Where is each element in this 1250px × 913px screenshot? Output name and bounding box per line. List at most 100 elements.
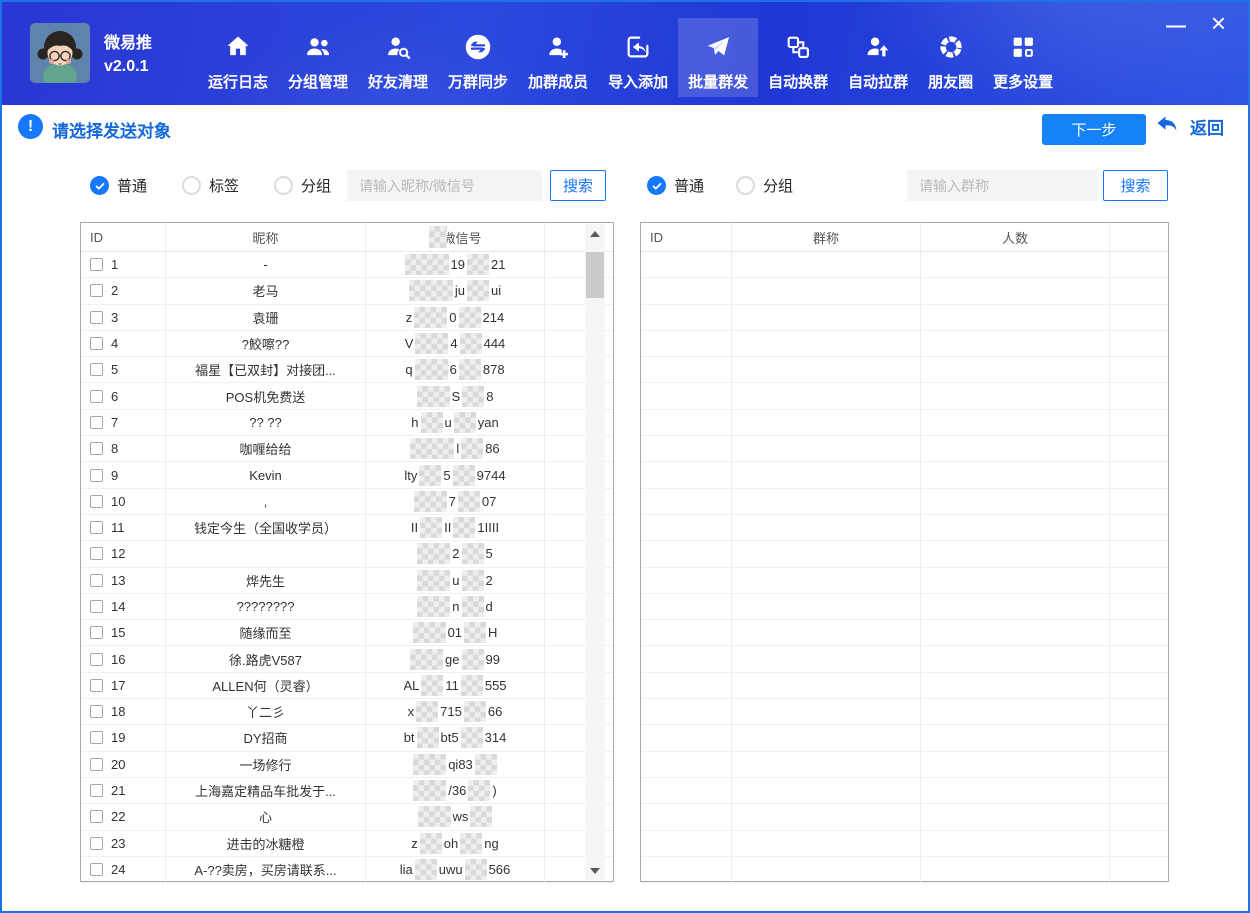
row-checkbox[interactable] xyxy=(90,495,103,508)
nav-item-import-add[interactable]: 导入添加 xyxy=(598,2,678,105)
table-row[interactable]: 21上海嘉定精品车批发于.../36) xyxy=(81,778,613,804)
radio-unchecked-icon[interactable] xyxy=(274,176,293,195)
filter-friend-tag[interactable]: 标签 xyxy=(182,175,239,196)
radio-unchecked-icon[interactable] xyxy=(182,176,201,195)
friend-search-button[interactable]: 搜索 xyxy=(550,170,606,201)
row-nickname: ?鮫嚓?? xyxy=(166,331,366,356)
row-id: 8 xyxy=(111,441,118,456)
group-search-button[interactable]: 搜索 xyxy=(1103,170,1168,201)
nav-item-auto-pull-group[interactable]: 自动拉群 xyxy=(838,2,918,105)
close-button[interactable]: × xyxy=(1211,10,1226,36)
radio-checked-icon[interactable] xyxy=(647,176,666,195)
table-row[interactable]: 3袁珊z0214 xyxy=(81,305,613,331)
nav-item-run-log[interactable]: 运行日志 xyxy=(198,2,278,105)
filter-friend-group[interactable]: 分组 xyxy=(274,175,331,196)
nav-item-group-sync[interactable]: 万群同步 xyxy=(438,2,518,105)
row-checkbox[interactable] xyxy=(90,469,103,482)
friend-search-input[interactable] xyxy=(347,170,542,201)
nav-item-auto-switch-group[interactable]: 自动换群 xyxy=(758,2,838,105)
table-row[interactable]: 8咖喱给给l86 xyxy=(81,436,613,462)
row-checkbox[interactable] xyxy=(90,863,103,876)
row-checkbox[interactable] xyxy=(90,705,103,718)
row-nickname: 钱定今生（全国收学员） xyxy=(166,515,366,540)
scroll-up-button[interactable] xyxy=(585,224,605,243)
table-row[interactable]: 15随缘而至01H xyxy=(81,620,613,646)
table-row[interactable]: 9Kevinlty59744 xyxy=(81,462,613,488)
row-checkbox[interactable] xyxy=(90,626,103,639)
radio-checked-icon[interactable] xyxy=(90,176,109,195)
blurred-text xyxy=(461,727,483,748)
row-checkbox[interactable] xyxy=(90,600,103,613)
nav-item-moments[interactable]: 朋友圈 xyxy=(918,2,983,105)
table-row xyxy=(641,331,1168,357)
table-row[interactable]: 4?鮫嚓??V4444 xyxy=(81,331,613,357)
table-row[interactable]: 6POS机免费送S8 xyxy=(81,383,613,409)
nav-item-group-manage[interactable]: 分组管理 xyxy=(278,2,358,105)
row-checkbox[interactable] xyxy=(90,442,103,455)
scroll-down-button[interactable] xyxy=(585,861,605,880)
row-id-cell: 10 xyxy=(81,489,166,514)
blurred-text xyxy=(414,491,447,512)
row-wxid: u2 xyxy=(366,568,545,593)
row-checkbox[interactable] xyxy=(90,390,103,403)
row-checkbox[interactable] xyxy=(90,521,103,534)
table-row[interactable]: 10,707 xyxy=(81,489,613,515)
filter-friend-normal[interactable]: 普通 xyxy=(90,175,147,196)
wxid-fragment: 444 xyxy=(484,336,506,351)
row-checkbox[interactable] xyxy=(90,337,103,350)
table-row[interactable]: 19DY招商btbt5314 xyxy=(81,725,613,751)
row-checkbox[interactable] xyxy=(90,311,103,324)
wxid-fragment: q xyxy=(405,362,412,377)
friend-table-scrollbar[interactable] xyxy=(585,224,605,880)
table-row[interactable]: 18丫二彡x71566 xyxy=(81,699,613,725)
blurred-text xyxy=(458,491,480,512)
table-row[interactable]: 2老马juui xyxy=(81,278,613,304)
radio-unchecked-icon[interactable] xyxy=(736,176,755,195)
wxid-fragment: S xyxy=(452,389,461,404)
filter-label: 分组 xyxy=(763,175,793,196)
table-row[interactable]: 1225 xyxy=(81,541,613,567)
row-checkbox[interactable] xyxy=(90,784,103,797)
table-row[interactable]: 1-1921 xyxy=(81,252,613,278)
table-row[interactable]: 24A-??卖房，买房请联系...liauwu566 xyxy=(81,857,613,883)
table-row[interactable]: 17ALLEN何（灵睿）AL11555 xyxy=(81,673,613,699)
row-checkbox[interactable] xyxy=(90,258,103,271)
row-checkbox[interactable] xyxy=(90,363,103,376)
row-checkbox[interactable] xyxy=(90,574,103,587)
app-window: 微易推 v2.0.1 运行日志 分组管理 xyxy=(0,0,1250,913)
scrollbar-thumb[interactable] xyxy=(586,252,604,298)
table-row[interactable]: 14????????nd xyxy=(81,594,613,620)
table-row[interactable]: 22心ws xyxy=(81,804,613,830)
row-checkbox[interactable] xyxy=(90,416,103,429)
nav-item-friend-clean[interactable]: 好友清理 xyxy=(358,2,438,105)
table-row[interactable]: 7?? ??huyan xyxy=(81,410,613,436)
next-step-button[interactable]: 下一步 xyxy=(1042,114,1146,145)
filter-group-grouped[interactable]: 分组 xyxy=(736,175,793,196)
row-nickname: ?? ?? xyxy=(166,410,366,435)
row-checkbox[interactable] xyxy=(90,547,103,560)
row-checkbox[interactable] xyxy=(90,653,103,666)
row-checkbox[interactable] xyxy=(90,284,103,297)
nav-item-add-member[interactable]: 加群成员 xyxy=(518,2,598,105)
filter-group-normal[interactable]: 普通 xyxy=(647,175,704,196)
wxid-fragment: 5 xyxy=(443,468,450,483)
nav-item-batch-send[interactable]: 批量群发 xyxy=(678,2,758,105)
back-button[interactable]: 返回 xyxy=(1154,112,1224,141)
group-search-input[interactable] xyxy=(907,170,1097,201)
table-row[interactable]: 23进击的冰糖橙zohng xyxy=(81,831,613,857)
row-checkbox[interactable] xyxy=(90,837,103,850)
table-row[interactable]: 13烨先生u2 xyxy=(81,568,613,594)
table-row[interactable]: 16徐.路虎V587ge99 xyxy=(81,646,613,672)
row-checkbox[interactable] xyxy=(90,679,103,692)
table-row[interactable]: 11钱定今生（全国收学员）IIII1IIII xyxy=(81,515,613,541)
row-checkbox[interactable] xyxy=(90,758,103,771)
table-row[interactable]: 20一场修行qi83 xyxy=(81,752,613,778)
table-row[interactable]: 5福星【已双封】对接团...q6878 xyxy=(81,357,613,383)
nav-item-more-settings[interactable]: 更多设置 xyxy=(983,2,1063,105)
row-checkbox[interactable] xyxy=(90,731,103,744)
wxid-fragment: 7 xyxy=(449,494,456,509)
row-id-cell: 16 xyxy=(81,646,166,671)
row-nickname: 老马 xyxy=(166,278,366,303)
row-checkbox[interactable] xyxy=(90,810,103,823)
minimize-button[interactable]: — xyxy=(1166,16,1186,36)
